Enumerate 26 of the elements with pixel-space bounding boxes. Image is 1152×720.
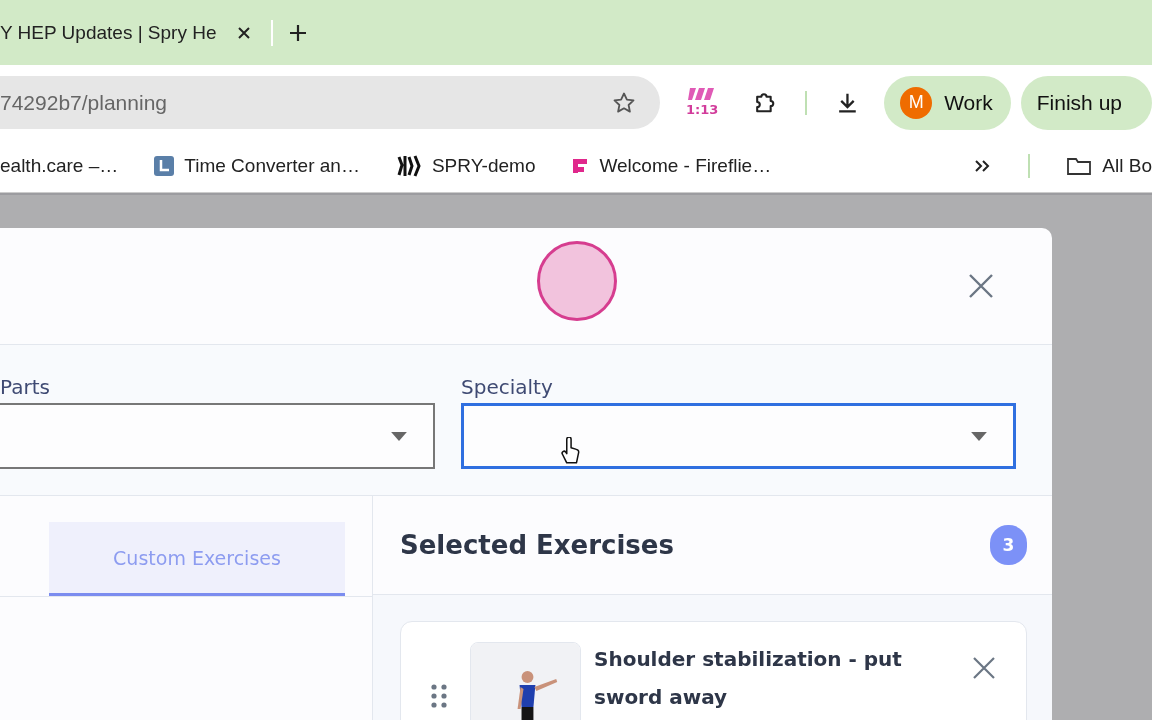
- star-icon[interactable]: [612, 90, 637, 115]
- profile-button[interactable]: M Work: [884, 75, 1011, 130]
- dropdown-field[interactable]: [461, 403, 1016, 469]
- section-title: Selected Exercises: [400, 530, 674, 560]
- bookmark[interactable]: ealth.care –…: [0, 155, 119, 177]
- dropdown-caret-icon: [971, 431, 987, 441]
- dropdown-field[interactable]: [0, 403, 435, 469]
- folder-icon: [1066, 156, 1093, 176]
- field-label: Parts: [0, 375, 51, 399]
- dropdown-caret-icon: [391, 431, 407, 441]
- drag-handle-icon[interactable]: [431, 684, 447, 708]
- avatar: M: [900, 86, 933, 119]
- extension-button[interactable]: 1:13: [686, 88, 719, 117]
- close-icon[interactable]: [236, 25, 251, 40]
- field-label: Specialty: [461, 375, 554, 399]
- finish-update-button[interactable]: Finish up: [1020, 75, 1152, 130]
- count-badge: 3: [990, 525, 1027, 565]
- bookmark[interactable]: Time Converter an…: [154, 155, 360, 177]
- bookmark[interactable]: SPRY-demo: [395, 153, 536, 179]
- new-tab-icon[interactable]: [288, 23, 307, 42]
- exercise-title: Shoulder stabilization - put sword away: [594, 646, 903, 711]
- hand-cursor-icon: [559, 437, 581, 465]
- stripes-icon: [688, 88, 717, 100]
- address-bar[interactable]: 74292b7/planning: [0, 76, 661, 129]
- bookmark-folder[interactable]: All Bo: [1066, 155, 1152, 177]
- bookmark[interactable]: Welcome - Fireflie…: [571, 155, 772, 177]
